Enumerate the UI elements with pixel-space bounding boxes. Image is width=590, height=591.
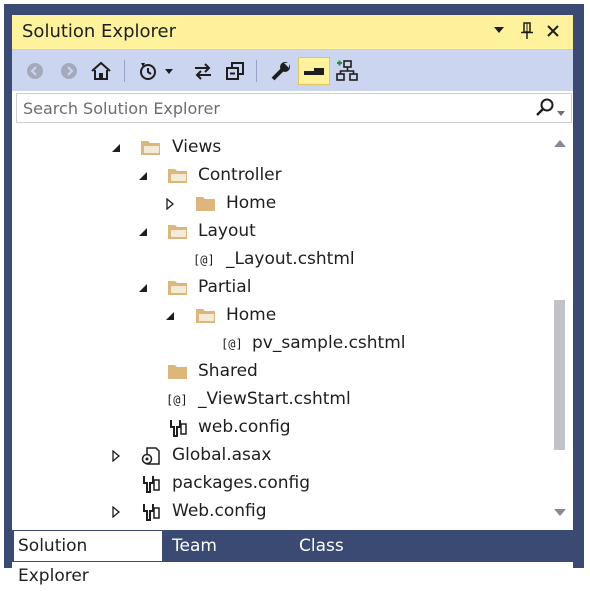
folder-open-icon [195, 306, 217, 326]
config-file-icon [168, 418, 190, 438]
chevron-down-icon [165, 69, 173, 74]
tab-class-view[interactable]: Class View [295, 531, 387, 586]
collapsed-arrow-icon[interactable] [110, 506, 122, 518]
tree-item-label: Views [172, 137, 222, 157]
tree-item[interactable]: packages.config [12, 470, 546, 498]
sync-with-active-document-icon [195, 63, 211, 80]
scrollbar-thumb[interactable] [554, 300, 565, 450]
expanded-arrow-icon[interactable] [164, 310, 176, 322]
bottom-tab-bar: Solution Explorer Team Explorer Class Vi… [12, 530, 573, 586]
razor-file-icon: [@] [166, 393, 188, 407]
title-bar: Solution Explorer [12, 15, 573, 50]
tree-item[interactable]: Controller [12, 162, 546, 190]
tree-item-label: Controller [198, 165, 282, 185]
razor-file-icon: [@] [193, 253, 215, 267]
tree-item[interactable]: Shared [12, 358, 546, 386]
tab-team-explorer[interactable]: Team Explorer [168, 531, 290, 586]
tree-item[interactable]: [@] pv_sample.cshtml [12, 330, 546, 358]
search-box [16, 93, 572, 123]
tree-item[interactable]: web.config [12, 414, 546, 442]
close-icon[interactable] [546, 23, 560, 42]
tree-item[interactable]: Views [12, 134, 546, 162]
search-icon[interactable] [535, 97, 555, 121]
tree-item-label: Partial [198, 277, 252, 297]
expanded-arrow-icon[interactable] [110, 142, 122, 154]
forward-button[interactable] [56, 58, 82, 84]
razor-file-icon: [@] [221, 337, 243, 351]
collapsed-arrow-icon[interactable] [164, 198, 176, 210]
tree-item-label: Global.asax [172, 445, 272, 465]
tree-item[interactable]: Global.asax [12, 442, 546, 470]
filter-dropdown-button[interactable] [162, 58, 176, 84]
tree-item-label: web.config [198, 417, 291, 437]
config-file-icon [141, 502, 163, 522]
window-position-dropdown-icon[interactable] [492, 22, 506, 41]
folder-open-icon [167, 278, 189, 298]
class-diagram-button[interactable] [334, 58, 360, 84]
tree-item-label: Home [226, 305, 277, 325]
tree-item-label: _ViewStart.cshtml [198, 389, 351, 409]
back-button[interactable] [22, 58, 48, 84]
tree-item[interactable]: Layout [12, 218, 546, 246]
vertical-scrollbar[interactable] [547, 124, 572, 526]
tree-item[interactable]: Partial [12, 274, 546, 302]
tree-item-label: Layout [198, 221, 256, 241]
tree-item-label: _Layout.cshtml [226, 249, 355, 269]
tree-item[interactable]: [@] _ViewStart.cshtml [12, 386, 546, 414]
search-options-dropdown-icon[interactable] [556, 103, 566, 122]
pin-icon[interactable] [520, 22, 534, 44]
config-file-icon [141, 474, 163, 494]
folder-open-icon [167, 166, 189, 186]
home-icon [91, 61, 111, 80]
global-asax-icon [140, 446, 162, 466]
tree-item[interactable]: Web.config [12, 498, 546, 526]
scroll-up-icon[interactable] [553, 138, 567, 148]
tree-item[interactable]: Home [12, 190, 546, 218]
tab-solution-explorer[interactable]: Solution Explorer [14, 531, 162, 586]
sync-with-active-document-button[interactable] [190, 58, 216, 84]
toolbar-separator [124, 60, 125, 82]
expanded-arrow-icon[interactable] [137, 282, 149, 294]
preview-selected-items-button[interactable] [298, 57, 330, 85]
search-input[interactable] [23, 97, 503, 119]
folder-open-icon [140, 138, 162, 158]
folder-open-icon [167, 222, 189, 242]
tree-item[interactable]: Home [12, 302, 546, 330]
expanded-arrow-icon[interactable] [137, 170, 149, 182]
collapse-all-button[interactable] [222, 58, 248, 84]
tree-item-label: pv_sample.cshtml [252, 333, 406, 353]
panel-title: Solution Explorer [22, 21, 176, 42]
pending-changes-filter-icon [140, 63, 156, 80]
forward-icon [61, 63, 77, 79]
solution-tree: Views Controller Home Layout [@] _Layout… [12, 124, 546, 526]
collapse-all-icon [226, 62, 244, 80]
expanded-arrow-icon[interactable] [137, 226, 149, 238]
class-diagram-icon [336, 60, 358, 81]
home-button[interactable] [88, 58, 114, 84]
collapsed-arrow-icon[interactable] [110, 450, 122, 462]
folder-closed-icon [195, 194, 217, 214]
pending-changes-filter-button[interactable] [136, 58, 160, 84]
tree-item-label: packages.config [172, 473, 311, 493]
toolbar [12, 50, 573, 91]
tree-item[interactable]: [@] _Layout.cshtml [12, 246, 546, 274]
folder-closed-icon [167, 362, 189, 382]
tree-item-label: Home [226, 193, 277, 213]
toolbar-separator [256, 60, 257, 82]
scroll-down-icon[interactable] [553, 508, 567, 518]
back-icon [27, 63, 43, 79]
properties-icon [271, 62, 290, 81]
preview-selected-items-icon [304, 68, 324, 75]
tree-item-label: Web.config [172, 501, 267, 521]
properties-button[interactable] [268, 58, 294, 84]
tree-item-label: Shared [198, 361, 258, 381]
